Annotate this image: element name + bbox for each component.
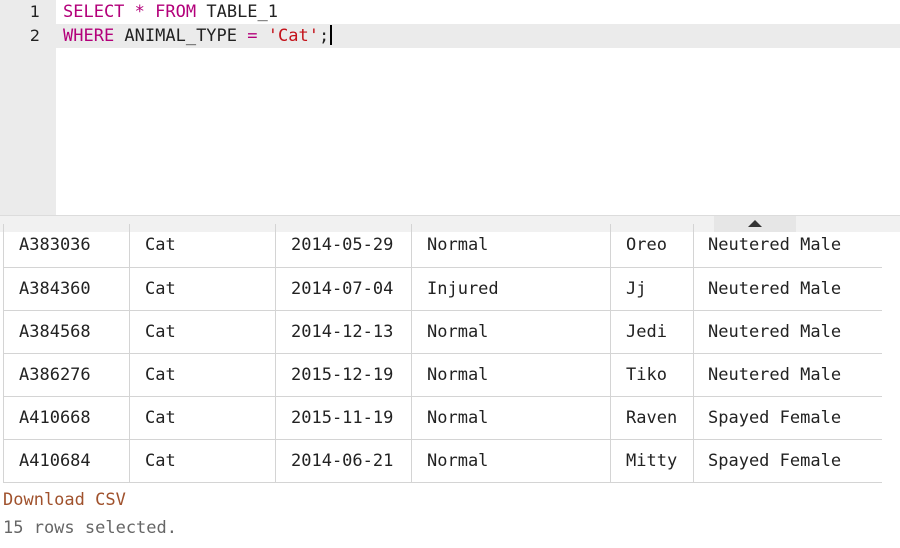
row-count-status: 15 rows selected. — [3, 518, 177, 538]
table-cell[interactable]: Neutered Male — [693, 309, 882, 354]
table-cell[interactable]: Jj — [610, 266, 694, 311]
table-cell[interactable]: A383036 — [3, 224, 130, 268]
table-cell[interactable]: Cat — [129, 395, 276, 440]
table-cell[interactable]: 2015-11-19 — [275, 395, 412, 440]
table-cell[interactable]: Normal — [411, 224, 611, 268]
table-row[interactable]: A383036 Cat 2014-05-29 Normal Oreo Neutered M… — [3, 224, 882, 268]
table-cell[interactable]: 2014-12-13 — [275, 309, 412, 354]
table-cell[interactable]: 2014-07-04 — [275, 266, 412, 311]
table-cell[interactable]: Normal — [411, 438, 611, 483]
keyword-token: WHERE — [63, 26, 115, 46]
code-line-2[interactable]: 2 WHERE ANIMAL_TYPE = 'Cat'; — [0, 24, 900, 48]
sql-editor[interactable]: 1 SELECT * FROM TABLE_1 2 WHERE ANIMAL_T… — [0, 0, 900, 215]
table-cell[interactable]: Raven — [610, 395, 694, 440]
table-cell[interactable]: A410684 — [3, 438, 130, 483]
table-cell[interactable]: Cat — [129, 352, 276, 397]
line-number: 2 — [29, 26, 40, 45]
table-cell[interactable]: Cat — [129, 266, 276, 311]
table-cell[interactable]: Normal — [411, 352, 611, 397]
table-row[interactable]: A410684 Cat 2014-06-21 Normal Mitty Spayed Fe… — [3, 438, 882, 483]
results-grid[interactable]: A383036 Cat 2014-05-29 Normal Oreo Neutered M… — [3, 224, 882, 488]
code-text[interactable]: SELECT * FROM TABLE_1 — [63, 0, 278, 24]
table-cell[interactable]: Neutered Male — [693, 224, 882, 268]
operator-token: * — [134, 2, 145, 22]
table-cell[interactable]: Neutered Male — [693, 352, 882, 397]
table-row[interactable]: A384568 Cat 2014-12-13 Normal Jedi Neutered M… — [3, 309, 882, 354]
table-row[interactable]: A410668 Cat 2015-11-19 Normal Raven Spayed Fe… — [3, 395, 882, 440]
text-cursor — [330, 25, 333, 45]
code-line-1[interactable]: 1 SELECT * FROM TABLE_1 — [0, 0, 900, 24]
table-cell[interactable]: Spayed Female — [693, 395, 882, 440]
table-cell[interactable]: Neutered Male — [693, 266, 882, 311]
code-token: ANIMAL_TYPE — [114, 26, 248, 46]
table-cell[interactable]: 2015-12-19 — [275, 352, 412, 397]
table-cell[interactable]: Oreo — [610, 224, 694, 268]
code-token: TABLE_1 — [196, 2, 279, 22]
download-csv-link[interactable]: Download CSV — [3, 490, 126, 510]
table-cell[interactable]: Normal — [411, 395, 611, 440]
table-cell[interactable]: Tiko — [610, 352, 694, 397]
line-number: 1 — [29, 2, 40, 21]
table-cell[interactable]: Mitty — [610, 438, 694, 483]
table-cell[interactable]: Cat — [129, 438, 276, 483]
table-cell[interactable]: Jedi — [610, 309, 694, 354]
table-row[interactable]: A386276 Cat 2015-12-19 Normal Tiko Neutered M… — [3, 352, 882, 397]
table-cell[interactable]: 2014-05-29 — [275, 224, 412, 268]
table-cell[interactable]: A384360 — [3, 266, 130, 311]
results-table: A383036 Cat 2014-05-29 Normal Oreo Neutered M… — [3, 224, 882, 483]
table-cell[interactable]: A410668 — [3, 395, 130, 440]
table-cell[interactable]: Spayed Female — [693, 438, 882, 483]
code-token: ; — [318, 26, 330, 46]
table-cell[interactable]: Cat — [129, 224, 276, 268]
operator-token: = — [247, 26, 258, 46]
code-text[interactable]: WHERE ANIMAL_TYPE = 'Cat'; — [63, 24, 333, 48]
table-cell[interactable]: A386276 — [3, 352, 130, 397]
table-cell[interactable]: Cat — [129, 309, 276, 354]
string-token: 'Cat' — [267, 26, 319, 46]
table-cell[interactable]: A384568 — [3, 309, 130, 354]
table-cell[interactable]: 2014-06-21 — [275, 438, 412, 483]
table-row[interactable]: A384360 Cat 2014-07-04 Injured Jj Neutered Ma… — [3, 266, 882, 311]
keyword-token: FROM — [155, 2, 197, 22]
keyword-token: SELECT — [63, 2, 125, 22]
table-cell[interactable]: Injured — [411, 266, 611, 311]
table-cell[interactable]: Normal — [411, 309, 611, 354]
